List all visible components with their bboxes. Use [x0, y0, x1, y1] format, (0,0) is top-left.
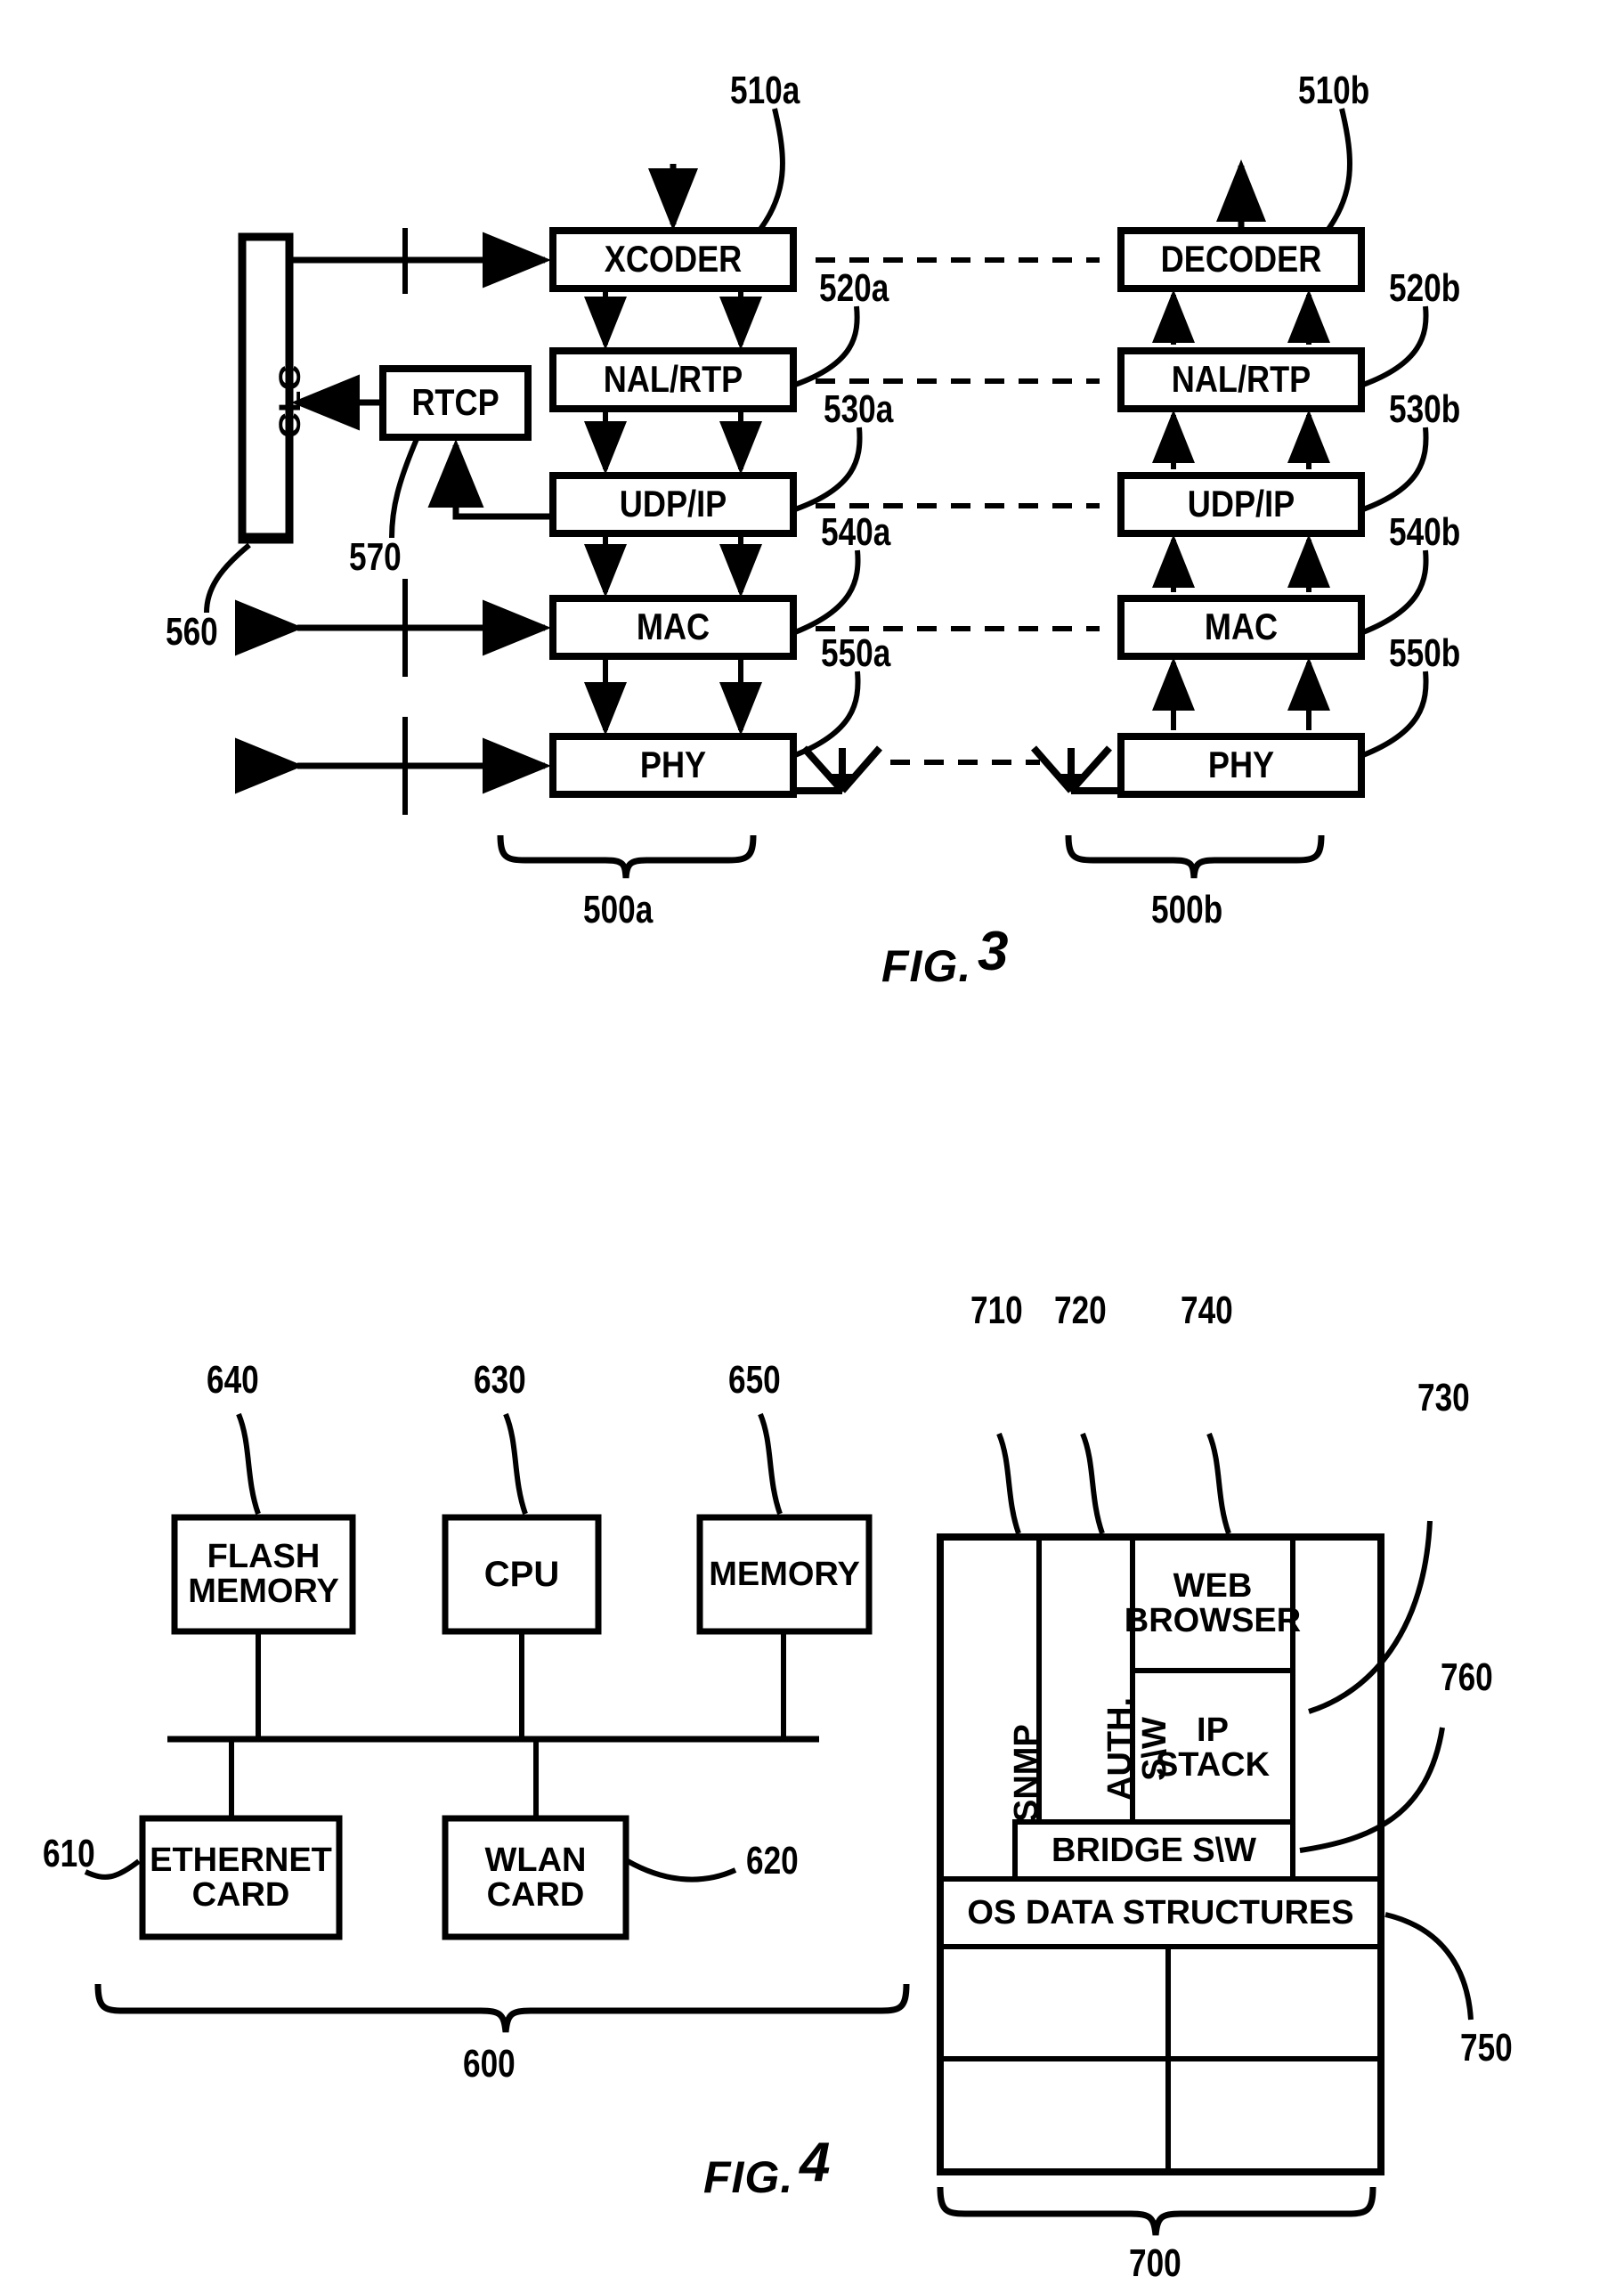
- ref-530a: 530a: [824, 387, 894, 431]
- fig4-caption-prefix: FIG.: [703, 2152, 794, 2202]
- block-bridge-sw: BRIDGE S\W: [1051, 1831, 1257, 1869]
- block-web-browser: WEB BROWSER: [1125, 1537, 1301, 1671]
- ref-520a: 520a: [819, 266, 889, 310]
- block-ethernet-card-line2: CARD: [191, 1875, 290, 1914]
- block-cpu: CPU: [483, 1554, 560, 1594]
- ref-550a: 550a: [821, 631, 891, 675]
- block-web-browser-line1: WEB: [1173, 1567, 1253, 1606]
- ref-720: 720: [1054, 1289, 1107, 1332]
- ref-760: 760: [1441, 1655, 1493, 1699]
- block-ip-stack-line2: STACK: [1155, 1746, 1271, 1784]
- tx-layer-phy: PHY: [639, 744, 707, 786]
- fig4-caption-number: 4: [800, 2132, 831, 2193]
- ref-630: 630: [474, 1358, 526, 1402]
- ref-560: 560: [166, 610, 218, 654]
- ref-500a: 500a: [583, 888, 654, 931]
- ref-570: 570: [349, 535, 402, 579]
- ref-750: 750: [1460, 2026, 1513, 2070]
- block-ip-stack: IP STACK: [1133, 1674, 1293, 1822]
- block-auth-sw: AUTH. S\W: [1039, 1537, 1173, 1822]
- clc-block: CLC: [246, 237, 307, 540]
- ref-510a: 510a: [730, 69, 800, 112]
- block-os-data-structures: OS DATA STRUCTURES: [967, 1893, 1354, 1931]
- ref-500b: 500b: [1151, 888, 1223, 931]
- ref-740: 740: [1181, 1289, 1233, 1332]
- block-ethernet-card: ETHERNET CARD: [142, 1818, 339, 1937]
- ref-540a: 540a: [821, 510, 891, 554]
- rx-layer-mac: MAC: [1204, 606, 1279, 648]
- ref-600: 600: [463, 2042, 516, 2086]
- ref-520b: 520b: [1389, 266, 1461, 310]
- ref-530b: 530b: [1389, 387, 1461, 431]
- block-flash-memory-line2: MEMORY: [188, 1573, 339, 1610]
- rx-layer-nal-rtp: NAL/RTP: [1171, 358, 1311, 401]
- ref-710: 710: [970, 1289, 1023, 1332]
- block-flash-memory-line1: FLASH: [207, 1538, 321, 1576]
- rx-layer-phy: PHY: [1207, 744, 1275, 786]
- fig3-caption-prefix: FIG.: [881, 941, 972, 991]
- tx-layer-xcoder: XCODER: [604, 238, 743, 281]
- block-web-browser-line2: BROWSER: [1124, 1602, 1302, 1639]
- block-flash-memory: FLASH MEMORY: [175, 1517, 353, 1631]
- ref-700: 700: [1129, 2241, 1181, 2285]
- ref-730: 730: [1417, 1376, 1470, 1419]
- clc-block-label: CLC: [272, 364, 307, 438]
- tx-layer-nal-rtp: NAL/RTP: [603, 358, 743, 401]
- block-ip-stack-line1: IP: [1197, 1712, 1229, 1750]
- ref-650: 650: [728, 1358, 781, 1402]
- ref-510b: 510b: [1298, 69, 1370, 112]
- block-wlan-card-line1: WLAN: [484, 1841, 587, 1879]
- patent-drawing-sheet: CLC RTCP XCODER NAL/RTP UDP/IP MAC PHY D…: [0, 0, 1624, 2283]
- tx-layer-mac: MAC: [636, 606, 710, 648]
- block-memory: MEMORY: [709, 1555, 860, 1593]
- rx-layer-udp-ip: UDP/IP: [1187, 483, 1295, 525]
- rx-layer-decoder: DECODER: [1160, 238, 1322, 281]
- ref-620: 620: [746, 1839, 799, 1882]
- block-wlan-card-line2: CARD: [486, 1875, 585, 1914]
- ref-540b: 540b: [1389, 510, 1461, 554]
- fig3-caption-number: 3: [978, 921, 1009, 982]
- tx-layer-udp-ip: UDP/IP: [619, 483, 727, 525]
- block-wlan-card: WLAN CARD: [445, 1818, 626, 1937]
- ref-640: 640: [207, 1358, 259, 1402]
- block-ethernet-card-line1: ETHERNET: [150, 1841, 332, 1879]
- ref-550b: 550b: [1389, 631, 1461, 675]
- ref-610: 610: [43, 1832, 95, 1875]
- rtcp-block: RTCP: [411, 381, 499, 424]
